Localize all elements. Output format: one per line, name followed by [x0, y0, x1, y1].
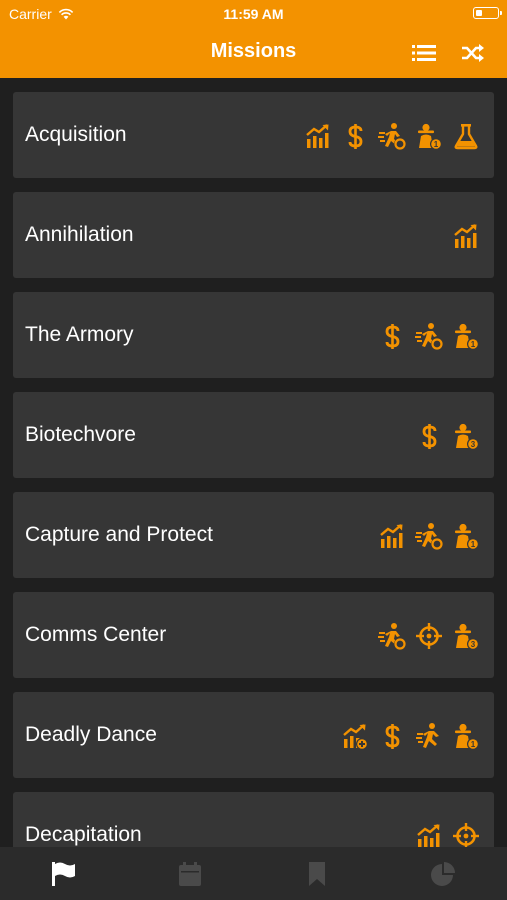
mission-row[interactable]: Decapitation: [13, 792, 494, 847]
mission-row[interactable]: Annihilation: [13, 192, 494, 278]
svg-text:1: 1: [470, 540, 475, 549]
svg-text:1: 1: [433, 140, 438, 149]
nav-bar: Missions: [0, 28, 507, 78]
mission-row[interactable]: Acquisition 1: [13, 92, 494, 178]
mission-name: Comms Center: [25, 623, 167, 646]
chart-growth-plus-icon: [340, 721, 369, 751]
mission-row[interactable]: Comms Center 3: [13, 592, 494, 678]
mission-icons: 1: [377, 521, 480, 551]
svg-text:3: 3: [470, 640, 475, 649]
tab-bookmarks[interactable]: [254, 847, 380, 900]
chart-growth-icon: [451, 221, 480, 251]
status-bar: Carrier 11:59 AM: [0, 0, 507, 28]
runner-objective-icon: [414, 321, 443, 351]
tab-stats[interactable]: [380, 847, 506, 900]
tab-missions[interactable]: [0, 847, 126, 900]
mission-name: Capture and Protect: [25, 523, 213, 546]
mission-list[interactable]: Acquisition 1 Annihilation The Armory 1 Biote…: [0, 78, 507, 847]
mission-icons: 3: [377, 621, 480, 651]
battery-icon: [473, 7, 502, 19]
status-time: 11:59 AM: [223, 6, 284, 22]
mission-row[interactable]: The Armory 1: [13, 292, 494, 378]
chart-growth-icon: [377, 521, 406, 551]
spy-1-icon: 1: [451, 721, 480, 751]
list-button[interactable]: [409, 39, 439, 67]
shuffle-button[interactable]: [458, 39, 488, 67]
mission-name: Deadly Dance: [25, 723, 157, 746]
mission-row[interactable]: Capture and Protect 1: [13, 492, 494, 578]
shuffle-icon: [462, 44, 484, 62]
svg-text:1: 1: [470, 340, 475, 349]
mission-name: Decapitation: [25, 823, 142, 846]
mission-name: Annihilation: [25, 223, 134, 246]
svg-text:1: 1: [470, 740, 475, 749]
mission-name: Acquisition: [25, 123, 127, 146]
calendar-icon: [178, 861, 201, 886]
list-icon: [412, 45, 436, 61]
spy-3-icon: 3: [451, 621, 480, 651]
mission-icons: 1: [303, 121, 480, 151]
mission-row[interactable]: Biotechvore 3: [13, 392, 494, 478]
mission-icons: [451, 221, 480, 251]
mission-icons: 1: [377, 321, 480, 351]
mission-row[interactable]: Deadly Dance 1: [13, 692, 494, 778]
battery-level: [475, 9, 482, 16]
dollar-icon: [414, 421, 443, 451]
mission-name: The Armory: [25, 323, 134, 346]
tab-bar: [0, 847, 507, 900]
mission-name: Biotechvore: [25, 423, 136, 446]
runner-objective-icon: [414, 521, 443, 551]
runner-objective-icon: [377, 121, 406, 151]
crosshair-icon: [451, 821, 480, 847]
chart-growth-icon: [414, 821, 443, 847]
spy-1-icon: 1: [451, 521, 480, 551]
dollar-icon: [340, 121, 369, 151]
tab-calendar[interactable]: [127, 847, 253, 900]
runner-icon: [414, 721, 443, 751]
spy-1-icon: 1: [451, 321, 480, 351]
flask-icon: [451, 121, 480, 151]
chart-growth-icon: [303, 121, 332, 151]
dollar-icon: [377, 721, 406, 751]
pie-chart-icon: [431, 861, 456, 886]
dollar-icon: [377, 321, 406, 351]
svg-text:3: 3: [470, 440, 475, 449]
flag-icon: [52, 861, 75, 886]
crosshair-icon: [414, 621, 443, 651]
runner-objective-icon: [377, 621, 406, 651]
mission-icons: 3: [414, 421, 480, 451]
mission-icons: [414, 821, 480, 847]
spy-3-icon: 3: [451, 421, 480, 451]
bookmark-icon: [308, 861, 325, 886]
mission-icons: 1: [340, 721, 480, 751]
spy-1-icon: 1: [414, 121, 443, 151]
